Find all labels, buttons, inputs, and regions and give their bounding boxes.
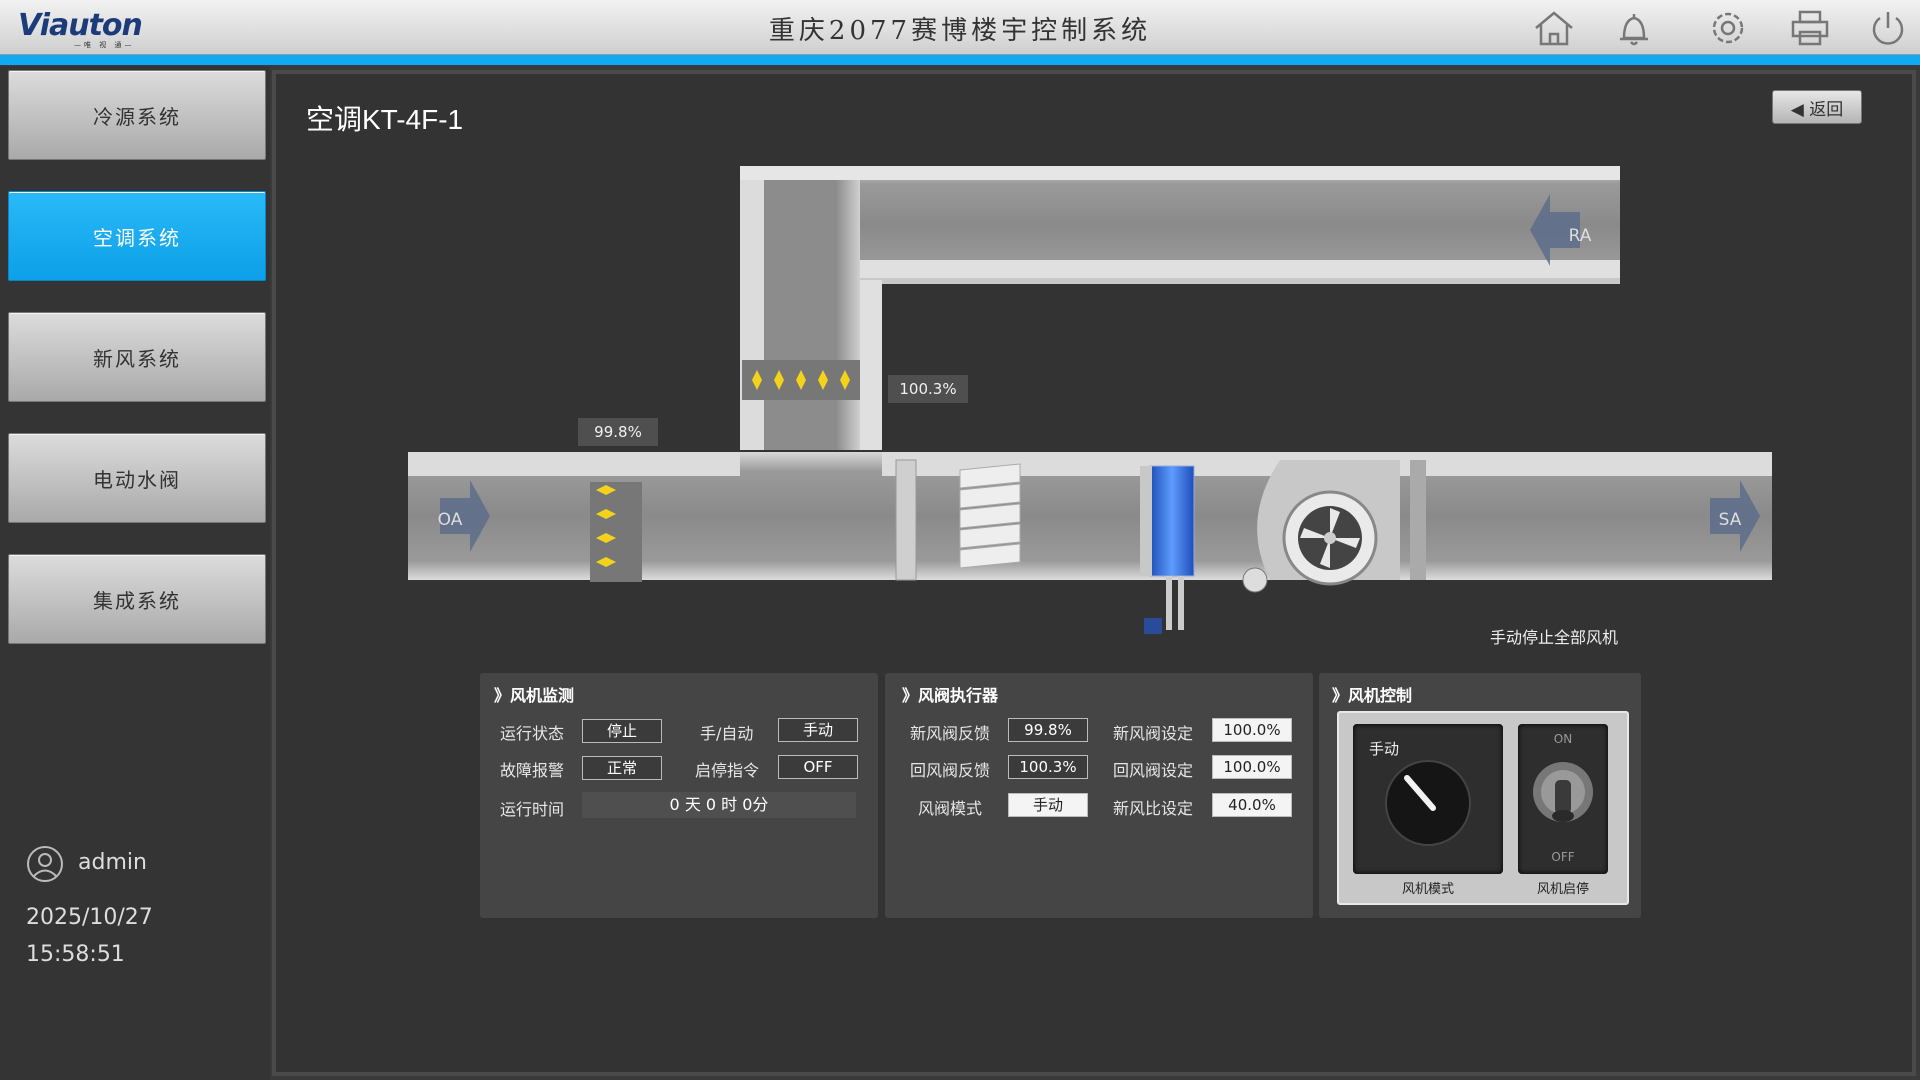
sidebar-item-cold-source[interactable]: 冷源系统 [8,70,266,160]
damper-mode-label: 风阀模式 [918,799,983,818]
current-date: 2025/10/27 [26,905,153,930]
runtime-label: 运行时间 [500,800,565,819]
run-state-value: 停止 [582,719,662,743]
fresh-setpoint-label: 新风阀设定 [1113,724,1194,743]
fresh-feedback-label: 新风阀反馈 [910,724,991,743]
fault-label: 故障报警 [500,761,565,780]
sidebar-item-integration[interactable]: 集成系统 [8,554,266,644]
fresh-ratio-input[interactable]: 40.0% [1212,793,1292,817]
bell-icon[interactable] [1612,8,1656,48]
toggle-off-label: OFF [1551,850,1575,864]
fresh-damper-pct: 99.8% [578,418,658,446]
sidebar-item-electric-valve[interactable]: 电动水阀 [8,433,266,523]
sidebar-item-fresh-air[interactable]: 新风系统 [8,312,266,402]
username: admin [78,850,147,875]
damper-mode-value[interactable]: 手动 [1008,793,1088,817]
return-feedback-label: 回风阀反馈 [910,761,991,780]
manual-stop-all-fans[interactable]: 手动停止全部风机 [1490,624,1618,648]
fan-start-caption: 风机启停 [1536,882,1589,897]
start-cmd-label: 启停指令 [695,761,760,780]
fan-mode-knob-box: 手动 [1353,724,1503,874]
accent-strip [0,55,1920,65]
user-icon [26,845,64,883]
return-damper-pct: 100.3% [888,375,968,403]
gear-icon[interactable] [1706,8,1750,48]
ra-label: RA [1568,226,1592,246]
current-time: 15:58:51 [26,942,125,967]
fan-mode-knob[interactable] [1381,756,1475,850]
hand-auto-value: 手动 [778,718,858,742]
fan-monitor-title: 》风机监测 [494,686,575,705]
page-title: 空调KT-4F-1 [306,104,464,135]
damper-title: 》风阀执行器 [902,686,999,705]
power-icon[interactable] [1866,8,1910,48]
runtime-value: 0 天 0 时 0分 [582,792,856,818]
hand-auto-label: 手/自动 [700,724,754,743]
fan-control-title: 》风机控制 [1332,686,1413,705]
fault-value: 正常 [582,756,662,780]
return-feedback-value: 100.3% [1008,755,1088,779]
start-cmd-value: OFF [778,755,858,779]
home-icon[interactable] [1532,8,1576,48]
printer-icon[interactable] [1788,8,1832,48]
oa-label: OA [437,510,463,530]
fan-start-toggle[interactable] [1530,760,1596,830]
fresh-feedback-value: 99.8% [1008,718,1088,742]
return-setpoint-input[interactable]: 100.0% [1212,755,1292,779]
fresh-ratio-label: 新风比设定 [1113,799,1194,818]
fan-mode-caption: 风机模式 [1401,882,1454,897]
sidebar-item-air-conditioning[interactable]: 空调系统 [8,191,266,281]
run-state-label: 运行状态 [500,724,565,743]
fan-start-toggle-box: ON OFF [1518,724,1608,874]
toggle-on-label: ON [1553,732,1573,746]
fresh-setpoint-input[interactable]: 100.0% [1212,718,1292,742]
sa-label: SA [1718,510,1742,530]
return-setpoint-label: 回风阀设定 [1113,761,1194,780]
back-button[interactable]: ◀ 返回 [1772,90,1862,124]
